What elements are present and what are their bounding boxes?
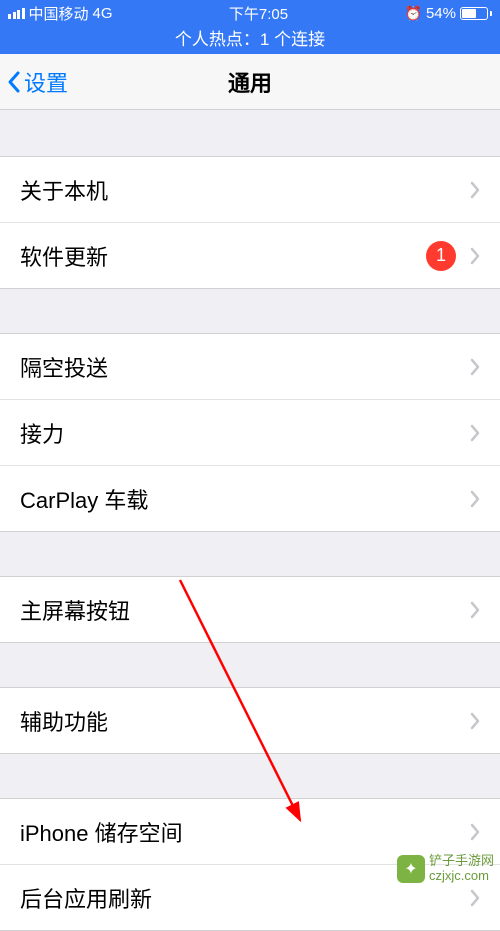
status-right: ⏰ 54% [405, 5, 492, 22]
chevron-right-icon [470, 181, 480, 199]
status-bar: 中国移动 4G 下午7:05 ⏰ 54% [0, 0, 500, 26]
page-title: 通用 [0, 66, 500, 98]
chevron-left-icon [6, 70, 22, 94]
row-label: 主屏幕按钮 [20, 594, 470, 626]
row-label: 辅助功能 [20, 705, 470, 737]
chevron-right-icon [470, 601, 480, 619]
row-carplay[interactable]: CarPlay 车载 [0, 466, 500, 532]
row-label: iPhone 储存空间 [20, 816, 470, 848]
chevron-right-icon [470, 712, 480, 730]
row-handoff[interactable]: 接力 [0, 400, 500, 466]
back-button[interactable]: 设置 [0, 66, 68, 98]
status-time: 下午7:05 [229, 3, 288, 24]
section-3: 辅助功能 [0, 687, 500, 754]
row-label: CarPlay 车载 [20, 483, 470, 515]
alarm-icon: ⏰ [405, 5, 422, 22]
row-label: 接力 [20, 417, 470, 449]
chevron-right-icon [470, 490, 480, 508]
battery-icon [460, 7, 492, 20]
chevron-right-icon [470, 889, 480, 907]
update-badge: 1 [426, 241, 456, 271]
watermark-name: 铲子手游网 [429, 854, 494, 868]
watermark-logo-icon: ✦ [397, 855, 425, 883]
row-label: 后台应用刷新 [20, 882, 470, 914]
hotspot-bar[interactable]: 个人热点：1 个连接 [0, 26, 500, 54]
watermark: ✦ 铲子手游网 czjxjc.com [397, 854, 494, 883]
nav-bar: 设置 通用 [0, 54, 500, 110]
row-label: 隔空投送 [20, 351, 470, 383]
section-2: 主屏幕按钮 [0, 576, 500, 643]
row-airdrop[interactable]: 隔空投送 [0, 334, 500, 400]
signal-icon [8, 8, 25, 19]
watermark-url: czjxjc.com [429, 869, 494, 883]
network-label: 4G [93, 5, 113, 22]
section-0: 关于本机 软件更新 1 [0, 156, 500, 289]
chevron-right-icon [470, 823, 480, 841]
row-accessibility[interactable]: 辅助功能 [0, 688, 500, 754]
chevron-right-icon [470, 358, 480, 376]
section-1: 隔空投送 接力 CarPlay 车载 [0, 333, 500, 532]
row-software-update[interactable]: 软件更新 1 [0, 223, 500, 289]
carrier-label: 中国移动 [29, 3, 89, 24]
row-label: 软件更新 [20, 240, 426, 272]
battery-pct: 54% [426, 5, 456, 22]
row-about[interactable]: 关于本机 [0, 157, 500, 223]
chevron-right-icon [470, 247, 480, 265]
status-left: 中国移动 4G [8, 3, 113, 24]
row-label: 关于本机 [20, 174, 470, 206]
chevron-right-icon [470, 424, 480, 442]
row-home-button[interactable]: 主屏幕按钮 [0, 577, 500, 643]
back-label: 设置 [24, 66, 68, 98]
